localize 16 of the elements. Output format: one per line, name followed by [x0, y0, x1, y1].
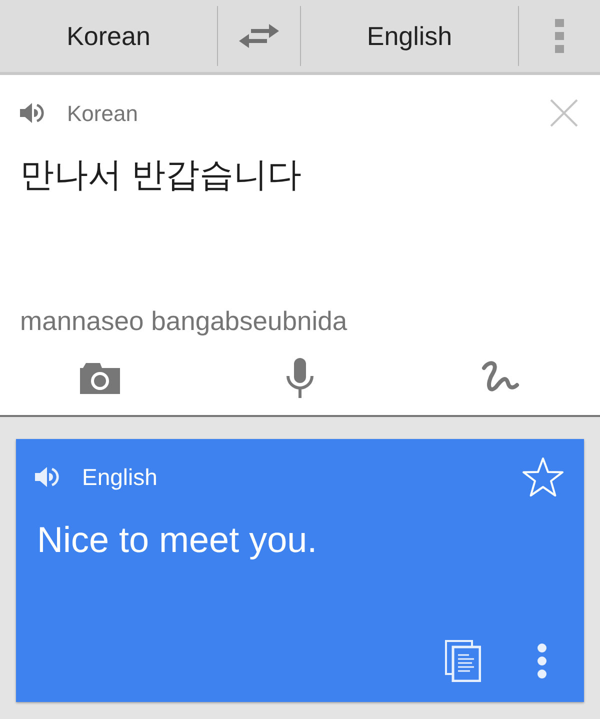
source-language-label: Korean — [67, 100, 138, 128]
translation-text: Nice to meet you. — [37, 518, 318, 562]
microphone-icon[interactable] — [285, 358, 315, 398]
star-icon[interactable] — [522, 457, 564, 497]
speaker-icon[interactable] — [35, 465, 61, 489]
copy-icon[interactable] — [445, 640, 481, 682]
menu-icon[interactable] — [555, 19, 564, 53]
target-language-button[interactable]: English — [301, 0, 518, 72]
camera-icon[interactable] — [80, 362, 120, 394]
more-options-icon[interactable] — [537, 643, 547, 679]
source-text-input[interactable]: 만나서 반갑습니다 — [20, 151, 302, 199]
swap-arrows-icon[interactable] — [239, 24, 279, 48]
romanization-text: mannaseo bangabseubnida — [20, 306, 348, 336]
speaker-icon[interactable] — [20, 101, 46, 125]
source-language-button[interactable]: Korean — [0, 0, 217, 72]
target-language-label: English — [82, 462, 158, 492]
